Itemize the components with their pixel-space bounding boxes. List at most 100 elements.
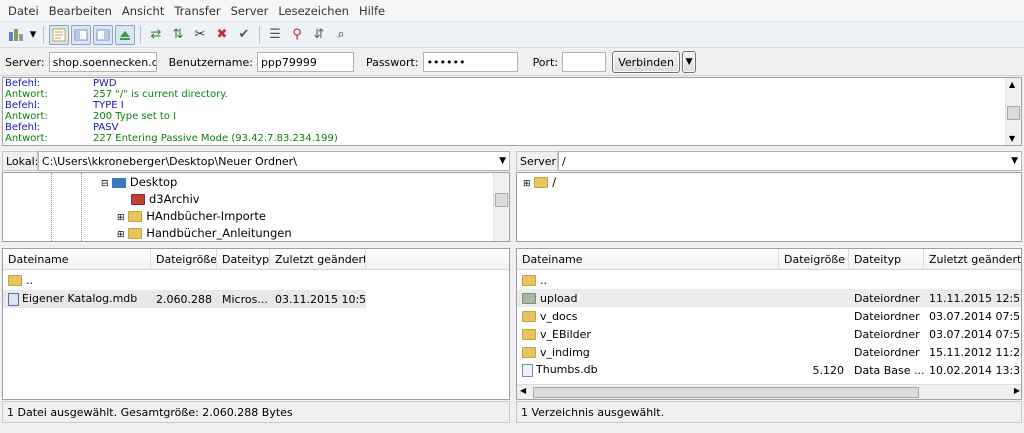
password-input[interactable]: •••••• [422,52,518,72]
file-size: 2.060.288 [156,292,212,306]
list-item[interactable]: v_indimg Dateiordner 15.11.2012 11:2... [517,343,1021,361]
transfer-queue-icon[interactable] [115,24,135,45]
chevron-down-icon[interactable]: ▼ [499,156,506,166]
tree-line [81,173,82,241]
process-queue-icon[interactable]: ⇅ [168,25,188,45]
message-log: Befehl: PWD Antwort: 257 "/" is current dir… [2,77,1022,146]
username-label: Benutzername: [168,55,253,69]
toolbar-divider [43,25,44,44]
port-input[interactable] [562,52,607,72]
scroll-up-icon[interactable]: ▲ [1009,80,1015,89]
remote-tree-icon[interactable] [93,24,113,45]
remote-path-bar: Server: / ▼ [516,151,1022,171]
folder-icon [522,329,536,340]
menu-server[interactable]: Server [226,4,274,18]
log-value: 200 Type set to I [93,111,177,122]
log-line: Antwort: 227 Entering Passive Mode (93.42… [3,133,1021,144]
file-type: Dateiordner [854,309,920,323]
column-header-size[interactable]: Dateigröße [151,249,217,269]
local-tree-icon[interactable] [71,24,91,45]
list-item[interactable]: .. [3,271,151,289]
tree-item-root[interactable]: ⊞ / [523,175,556,189]
folder-icon [534,177,549,188]
file-name: v_docs [540,309,578,323]
column-header-modified[interactable]: Zuletzt geändert [270,249,366,269]
menu-bearbeiten[interactable]: Bearbeiten [44,4,117,18]
log-value: 257 "/" is current directory. [93,89,228,100]
site-manager-icon[interactable] [6,25,26,45]
search-icon[interactable]: ⌕ [331,25,351,45]
sync-browse-icon[interactable]: ⇵ [309,25,329,45]
column-header-type[interactable]: Dateityp [849,249,924,269]
remote-list-header: Dateiname Dateigröße Dateityp Zuletzt ge… [517,249,1021,270]
scroll-thumb[interactable] [1007,106,1020,120]
file-modified: 03.07.2014 07:5... [929,309,1022,323]
local-path-value: C:\Users\kkroneberger\Desktop\Neuer Ordn… [42,154,297,168]
remote-status-bar: 1 Verzeichnis ausgewählt. [516,401,1022,423]
tree-item-handbuecher-importe[interactable]: ⊞ HAndbücher-Importe [117,209,266,223]
column-header-size[interactable]: Dateigröße [779,249,849,269]
log-scrollbar[interactable]: ▲ ▼ [1005,78,1021,145]
file-type: Micros... [222,292,268,306]
list-item[interactable]: Thumbs.db 5.120 Data Base ... 10.02.2014 13… [517,361,1021,379]
toolbar-divider [259,25,260,44]
list-item[interactable]: v_docs Dateiordner 03.07.2014 07:5... [517,307,1022,325]
connect-dropdown-icon[interactable]: ▼ [682,51,697,73]
file-modified: 11.11.2015 12:5... [929,291,1022,305]
tree-item-desktop[interactable]: ⊟ Desktop [101,175,177,189]
disconnect-icon[interactable]: ✖ [212,25,232,45]
remote-path-value: / [562,154,566,168]
folder-icon [128,228,143,239]
menu-hilfe[interactable]: Hilfe [354,4,390,18]
filter-icon[interactable]: ⚲ [287,25,307,45]
cancel-icon[interactable]: ✂ [190,25,210,45]
message-log-icon[interactable] [49,24,69,45]
password-label: Passwort: [365,55,419,69]
menu-lesezeichen[interactable]: Lesezeichen [273,4,354,18]
reconnect-icon[interactable]: ✔ [234,25,254,45]
local-path-input[interactable]: C:\Users\kkroneberger\Desktop\Neuer Ordn… [38,151,510,171]
list-item[interactable]: v_EBilder Dateiordner 03.07.2014 07:5... [517,325,1022,343]
tree-item-handbuecher-anleitungen[interactable]: ⊞ Handbücher_Anleitungen [117,226,292,240]
file-icon [522,363,533,377]
connect-button[interactable]: Verbinden [612,51,681,73]
list-item[interactable]: .. [517,271,1021,289]
scroll-down-icon[interactable]: ▼ [1009,134,1015,143]
refresh-icon[interactable]: ⇄ [146,25,166,45]
log-line: Antwort: 257 "/" is current directory. [3,89,1021,100]
column-header-name[interactable]: Dateiname [517,249,779,269]
menu-ansicht[interactable]: Ansicht [117,4,169,18]
chevron-down-icon[interactable]: ▾ [28,25,38,45]
menu-datei[interactable]: Datei [3,4,44,18]
tree-label: Handbücher_Anleitungen [146,226,292,240]
scroll-thumb[interactable] [533,387,919,398]
log-key: Antwort: [5,89,48,100]
scroll-thumb[interactable] [495,193,508,207]
list-item[interactable]: Eigener Katalog.mdb 2.060.288 Micros... … [3,290,366,308]
username-input[interactable]: ppp79999 [256,52,354,72]
file-type: Dateiordner [854,345,920,359]
remote-path-label: Server: [516,151,558,171]
log-key: Antwort: [5,133,48,144]
remote-path-input[interactable]: / ▼ [558,151,1022,171]
tree-item-d3archiv[interactable]: d3Archiv [131,192,200,206]
remote-horizontal-scrollbar[interactable]: ◀ ▶ [517,384,1021,399]
file-modified: 03.07.2014 07:5... [929,327,1022,341]
log-value: PWD [93,78,117,89]
menu-transfer[interactable]: Transfer [169,4,225,18]
column-header-name[interactable]: Dateiname [3,249,151,269]
local-tree: ⊟ Desktop d3Archiv ⊞ HAndbücher-Importe … [2,172,510,242]
chevron-down-icon[interactable]: ▼ [1011,156,1018,166]
column-header-modified[interactable]: Zuletzt geändert [924,249,1021,269]
file-name: .. [540,273,547,287]
menu-bar: Datei Bearbeiten Ansicht Transfer Server… [0,0,1024,22]
local-tree-scrollbar[interactable] [493,173,509,241]
tree-line [51,173,52,241]
column-header-type[interactable]: Dateityp [217,249,270,269]
scroll-right-icon[interactable]: ▶ [1014,386,1020,395]
directory-listing-icon[interactable]: ☰ [265,25,285,45]
list-item[interactable]: upload Dateiordner 11.11.2015 12:5... [517,289,1022,307]
server-input[interactable]: shop.soennecken.de [48,52,157,72]
scroll-left-icon[interactable]: ◀ [520,386,526,395]
database-file-icon [8,292,19,306]
